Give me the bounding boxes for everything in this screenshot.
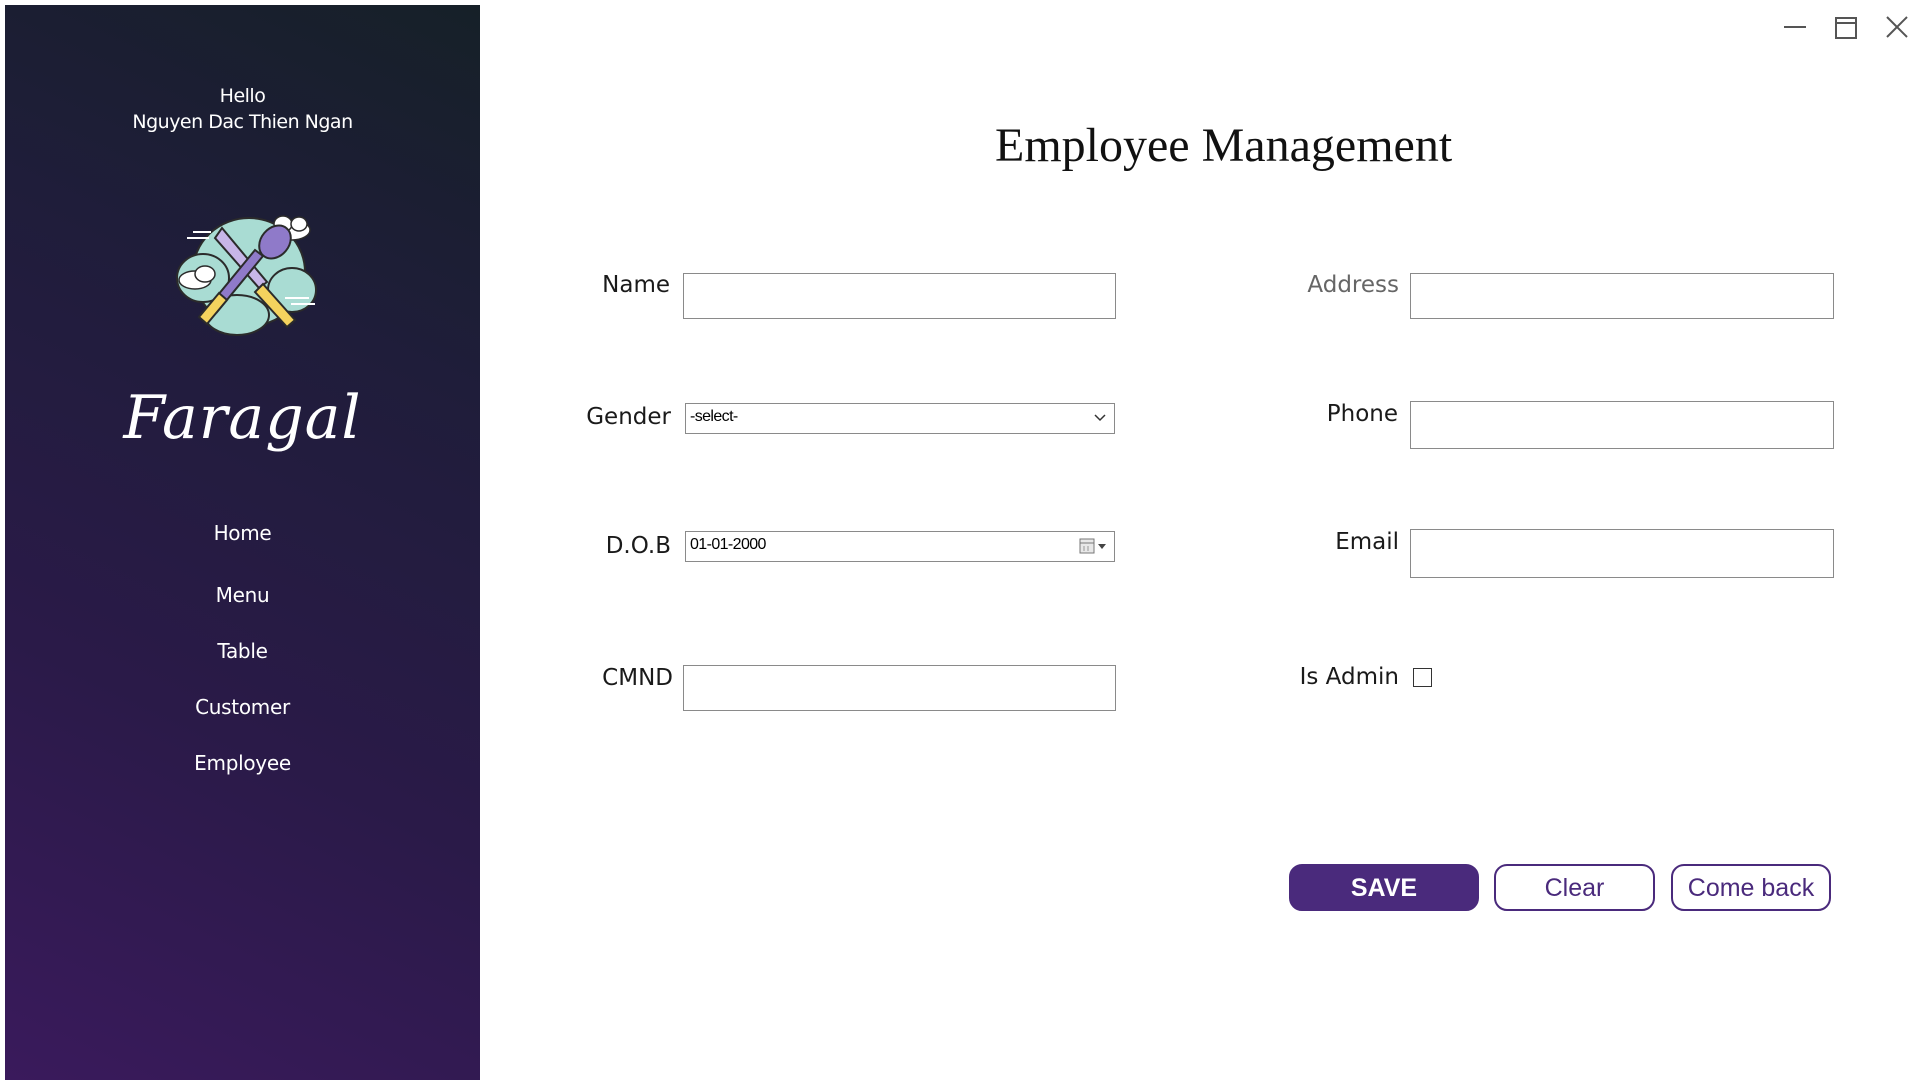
calendar-icon [1079, 538, 1106, 554]
cmnd-field[interactable] [683, 665, 1116, 711]
save-button[interactable]: SAVE [1289, 864, 1479, 911]
crossed-spoon-knife-cloud-icon [167, 200, 327, 340]
sidebar-item-home[interactable]: Home [5, 521, 480, 545]
page-title: Employee Management [995, 119, 1453, 172]
dob-value: 01-01-2000 [690, 536, 766, 553]
email-field[interactable] [1410, 529, 1834, 578]
minimize-icon [1784, 26, 1806, 28]
phone-field[interactable] [1410, 401, 1834, 449]
greeting-hello: Hello [219, 85, 266, 107]
name-field[interactable] [683, 273, 1116, 319]
chevron-down-icon [1094, 414, 1106, 422]
address-label: Address [1307, 272, 1399, 298]
minimize-button[interactable] [1778, 10, 1812, 44]
email-label: Email [1335, 529, 1399, 555]
brand-logo-text: Faragal [123, 383, 362, 453]
come-back-button[interactable]: Come back [1671, 864, 1831, 911]
app-window: Hello Nguyen Dac Thien Ngan Faragal Home… [0, 0, 1920, 1080]
sidebar: Hello Nguyen Dac Thien Ngan Faragal Home… [5, 5, 480, 1080]
sidebar-item-customer[interactable]: Customer [5, 695, 480, 719]
gender-select[interactable]: -select- [685, 403, 1115, 434]
dob-label: D.O.B [605, 533, 671, 559]
phone-label: Phone [1326, 401, 1398, 427]
maximize-button[interactable] [1828, 10, 1862, 44]
cmnd-label: CMND [602, 665, 673, 691]
sidebar-item-table[interactable]: Table [5, 639, 480, 663]
gender-select-value: -select- [690, 408, 738, 425]
clear-button[interactable]: Clear [1494, 864, 1655, 911]
dob-date-picker[interactable]: 01-01-2000 [685, 531, 1115, 562]
close-button[interactable] [1880, 10, 1914, 44]
greeting: Hello Nguyen Dac Thien Ngan [5, 83, 480, 135]
sidebar-item-menu[interactable]: Menu [5, 583, 480, 607]
close-icon [1886, 16, 1908, 38]
is-admin-checkbox[interactable] [1413, 668, 1432, 687]
sidebar-item-employee[interactable]: Employee [5, 751, 480, 775]
name-label: Name [602, 272, 670, 298]
address-field[interactable] [1410, 273, 1834, 319]
restore-icon [1835, 17, 1857, 39]
greeting-user-name: Nguyen Dac Thien Ngan [132, 111, 353, 133]
gender-label: Gender [586, 404, 671, 430]
is-admin-label: Is Admin [1299, 664, 1399, 690]
